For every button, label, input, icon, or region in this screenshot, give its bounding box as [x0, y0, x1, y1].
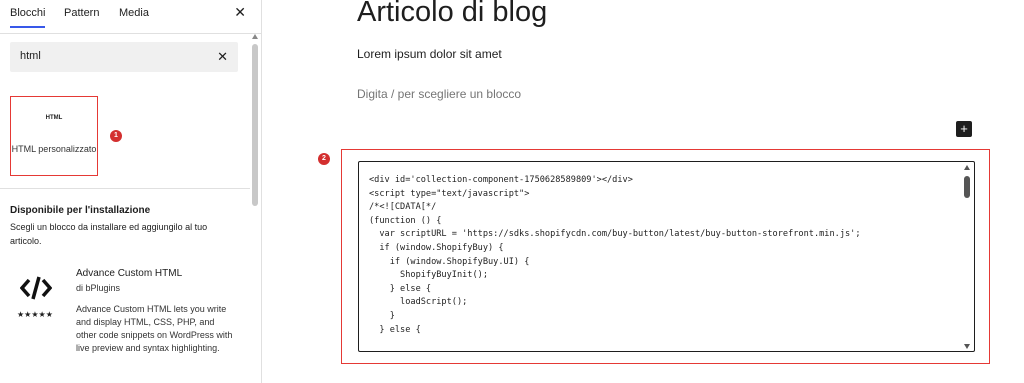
clear-search-icon[interactable]: ✕	[217, 49, 228, 65]
block-placeholder[interactable]: Digita / per scegliere un blocco	[357, 87, 521, 101]
scroll-thumb[interactable]	[252, 44, 258, 206]
annotation-marker-1: 1	[110, 130, 122, 142]
scroll-up-icon[interactable]	[252, 34, 258, 39]
install-section-title: Disponibile per l'installazione	[10, 205, 151, 216]
close-icon[interactable]: ✕	[234, 4, 246, 21]
scroll-thumb[interactable]	[964, 176, 970, 198]
html-code-editor[interactable]: <div id='collection-component-1750628589…	[358, 161, 975, 352]
block-inserter-sidebar: Blocchi Pattern Media ✕ ✕ HTML HTML pers…	[0, 0, 262, 383]
add-block-button[interactable]: +	[956, 121, 972, 137]
plugin-description: Advance Custom HTML lets you write and d…	[76, 304, 233, 353]
html-icon: HTML	[45, 115, 63, 121]
sidebar-scrollbar[interactable]	[250, 34, 261, 383]
plugin-name: Advance Custom HTML	[76, 268, 183, 279]
block-item-label: HTML personalizzato	[11, 144, 97, 154]
install-section-description: Scegli un blocco da installare ed aggiun…	[10, 222, 208, 246]
scroll-down-icon[interactable]	[964, 344, 970, 349]
scroll-up-icon[interactable]	[964, 165, 970, 170]
inserter-tabs: Blocchi Pattern Media ✕	[0, 0, 261, 34]
annotation-marker-2: 2	[318, 153, 330, 165]
tab-media[interactable]: Media	[119, 6, 149, 28]
plugin-item-advance-custom-html[interactable]: ★★★★★ Advance Custom HTML di bPlugins Ad…	[10, 262, 245, 383]
custom-html-block: <div id='collection-component-1750628589…	[341, 149, 990, 364]
tab-patterns[interactable]: Pattern	[64, 6, 99, 28]
paragraph-block[interactable]: Lorem ipsum dolor sit amet	[357, 47, 502, 61]
plugin-author: di bPlugins	[76, 283, 121, 293]
code-textarea[interactable]: <div id='collection-component-1750628589…	[369, 174, 959, 337]
block-search: ✕	[10, 42, 238, 72]
code-scrollbar[interactable]	[963, 165, 972, 349]
rating-stars: ★★★★★	[17, 310, 53, 319]
code-icon	[20, 276, 52, 300]
search-input[interactable]	[20, 50, 210, 62]
divider	[0, 188, 250, 189]
block-item-custom-html[interactable]: HTML HTML personalizzato	[10, 96, 98, 176]
post-title[interactable]: Articolo di blog	[357, 0, 547, 29]
tab-blocks[interactable]: Blocchi	[10, 6, 46, 28]
